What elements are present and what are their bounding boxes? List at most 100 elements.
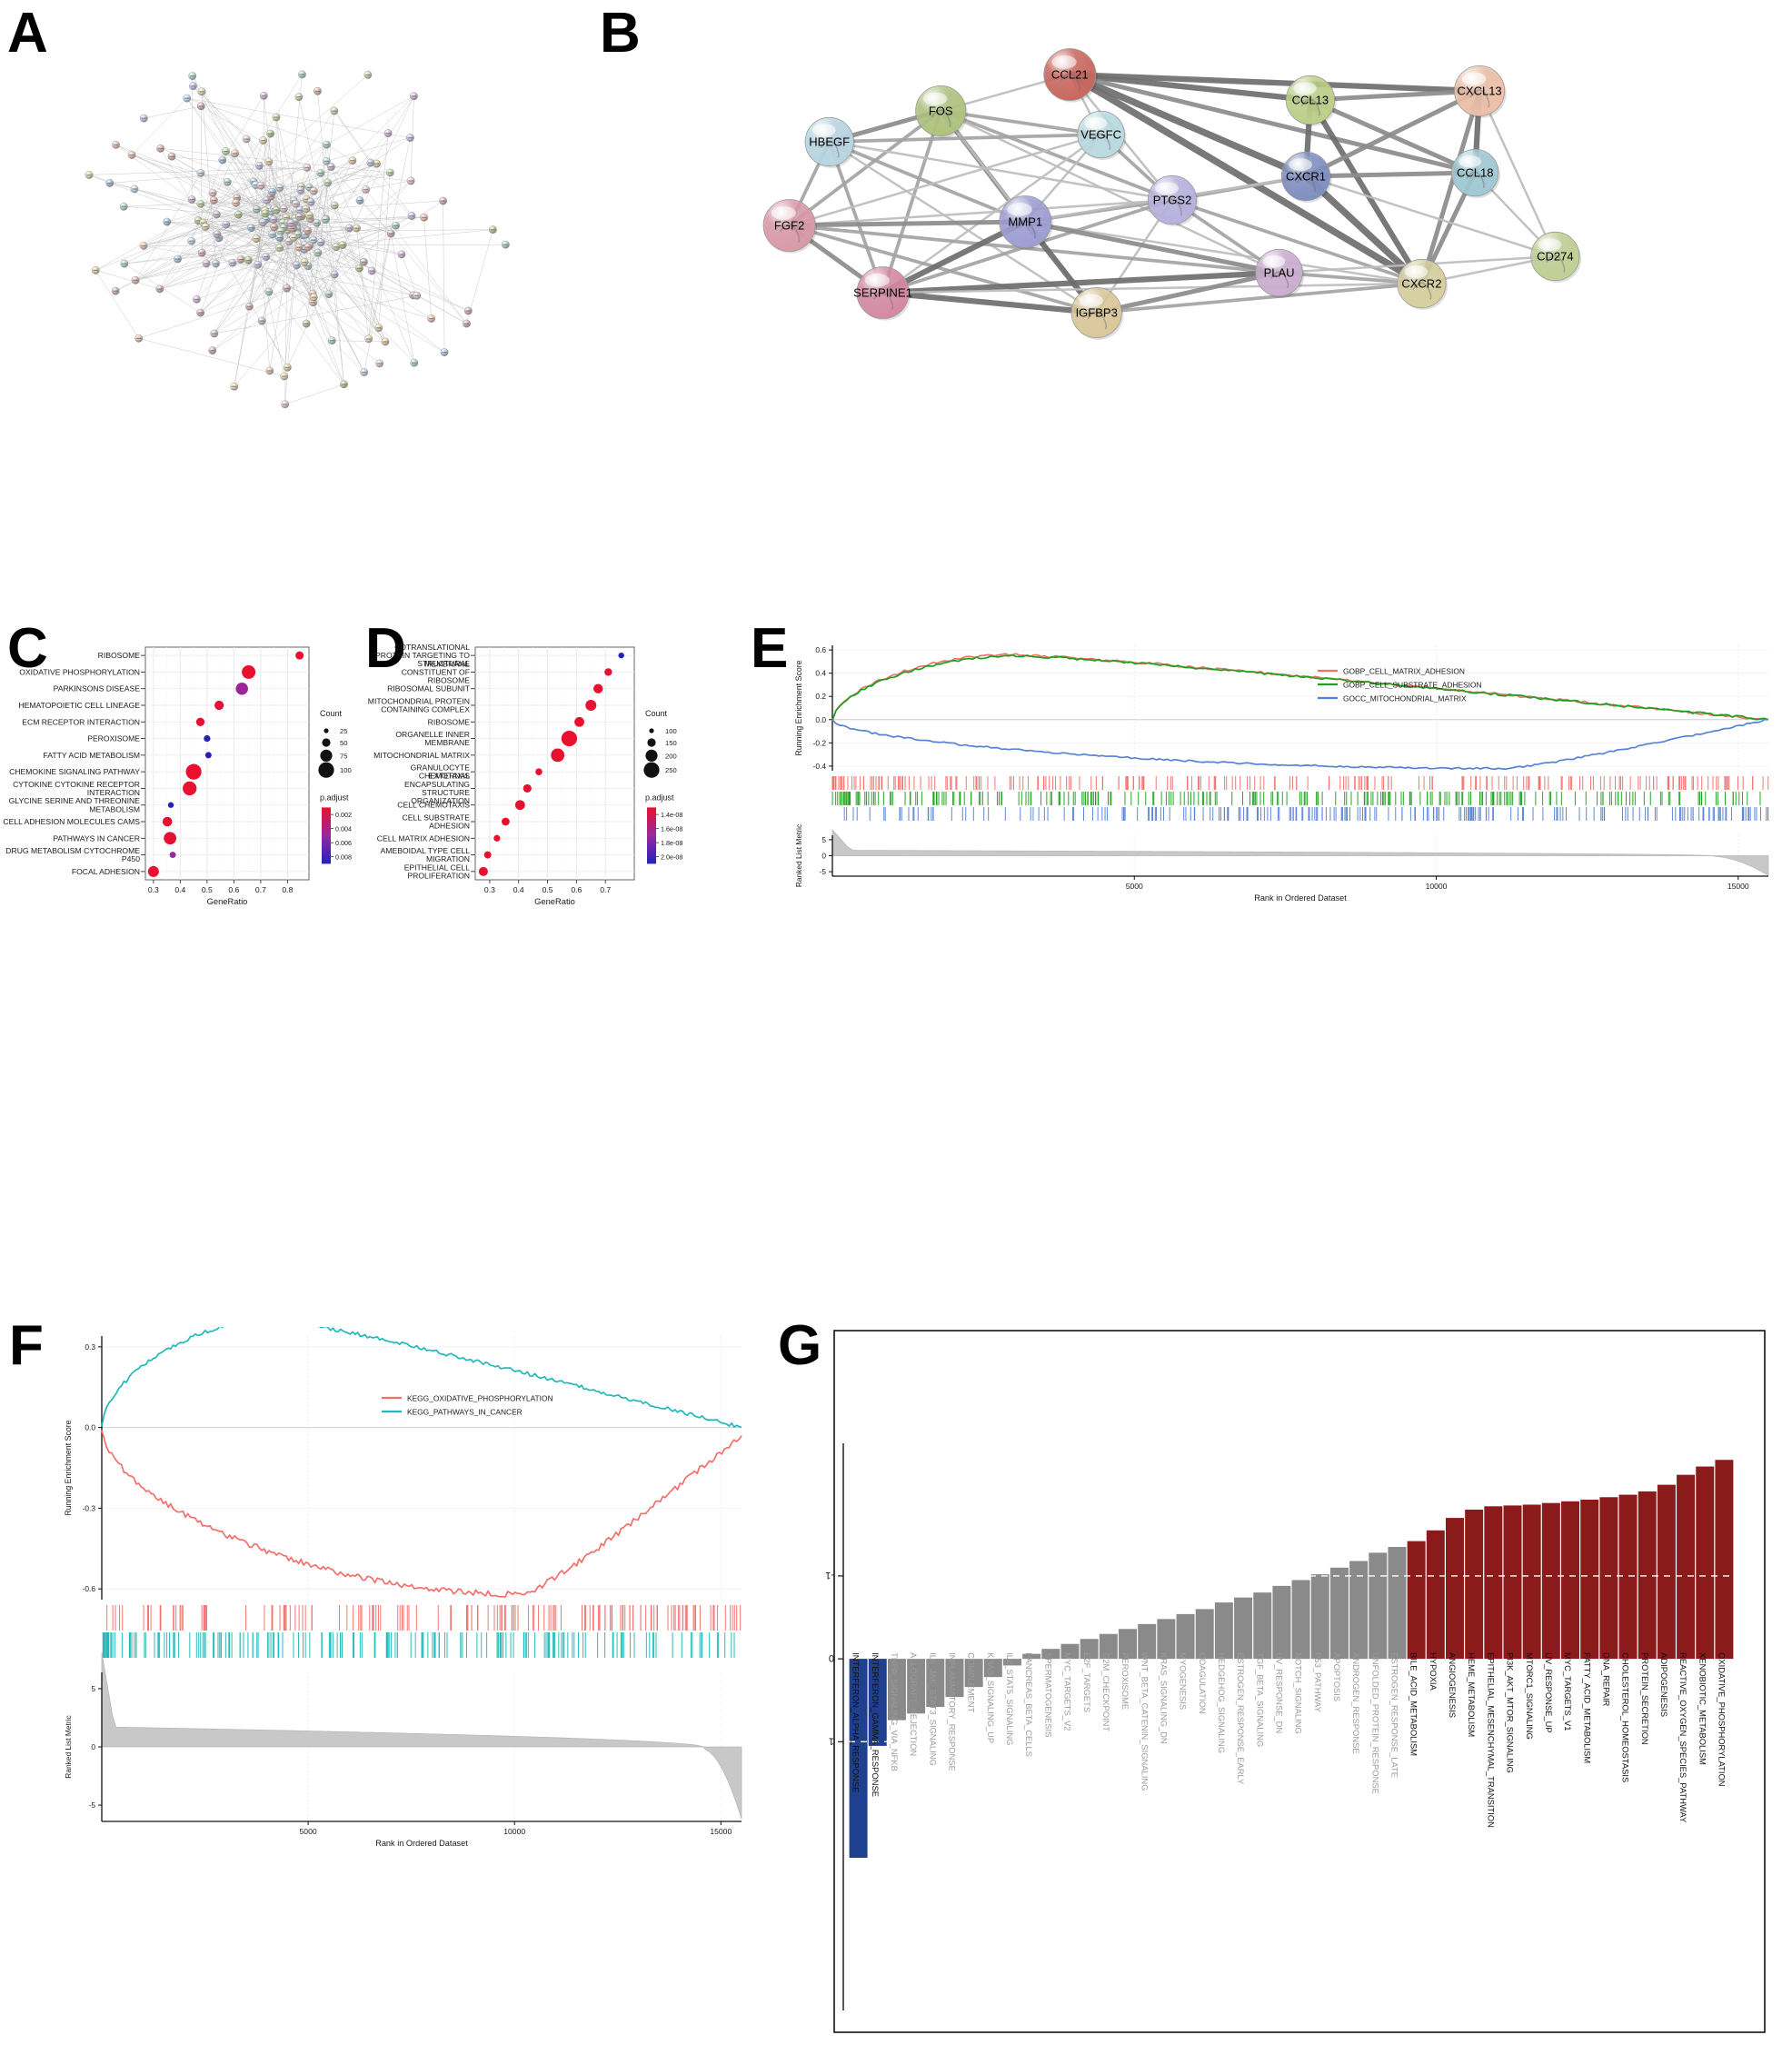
- bar-label: NOTCH_SIGNALING: [1294, 1652, 1304, 1734]
- data-point: [502, 817, 510, 826]
- category-label: RIBOSOME: [428, 717, 471, 726]
- bar-label: ANGIOGENESIS: [1448, 1652, 1458, 1718]
- data-point: [164, 832, 177, 845]
- legend-color-tick: 2.0e-08: [661, 853, 682, 861]
- bar-label: ADIPOGENESIS: [1659, 1652, 1669, 1717]
- data-point: [561, 730, 578, 747]
- protein-node-label: PLAU: [1264, 265, 1295, 279]
- category-label: CELL MATRIX ADHESION: [377, 833, 470, 843]
- bar: [1214, 1602, 1233, 1660]
- legend-size-dot: [647, 738, 656, 747]
- data-point: [195, 717, 205, 726]
- x-tick-label: 0.6: [571, 885, 582, 894]
- x-axis: 0.3 0.4 0.5 0.6 0.7 0.8 GeneRatio: [148, 880, 294, 906]
- legend-label: GOCC_MITOCHONDRIAL_MATRIX: [1343, 693, 1467, 703]
- legend-color-tick: 1.8e-08: [661, 839, 682, 847]
- gsea-curve: [831, 718, 1769, 771]
- bar-label: COMPLEMENT: [967, 1652, 977, 1712]
- x-tick-label: 0.5: [202, 885, 213, 894]
- bar-label: HEME_METABOLISM: [1467, 1652, 1477, 1737]
- x-tick-label: 0.4: [513, 885, 524, 894]
- bar-label: COAGULATION: [1198, 1652, 1208, 1714]
- x-tick-label: 0.5: [543, 885, 553, 894]
- bar: [1599, 1497, 1618, 1660]
- protein-node: CD274: [1530, 231, 1582, 283]
- x-tick-label: 0.6: [228, 885, 239, 894]
- bar-label: PI3K_AKT_MTOR_SIGNALING: [1506, 1652, 1516, 1773]
- category-label: ECM RECEPTOR INTERACTION: [22, 717, 140, 726]
- gsea-curve: [831, 653, 1769, 721]
- protein-node-label: SERPINE1: [853, 285, 912, 299]
- protein-node-label: VEGFC: [1080, 127, 1121, 141]
- category-label: OXIDATIVE PHOSPHORYLATION: [19, 667, 140, 676]
- legend-size-label: 200: [665, 752, 677, 760]
- legend: Count 25 50 75 100 p.adjust 0.002 0.004 0.006 0.0…: [318, 709, 352, 864]
- y-axis-title-bottom: Ranked List Metric: [794, 824, 803, 887]
- bar-label: MYOGENESIS: [1179, 1652, 1189, 1710]
- y-tick-label: 0.0: [85, 1423, 95, 1432]
- protein-node: PTGS2: [1147, 175, 1199, 226]
- bar-label: TGF_BETA_SIGNALING: [1255, 1652, 1265, 1747]
- x-axis-title: GeneRatio: [534, 896, 575, 906]
- x-tick-label: 0.8: [282, 885, 293, 894]
- bar: [1677, 1474, 1696, 1660]
- data-point: [183, 781, 197, 796]
- bar-label: HYPOXIA: [1429, 1652, 1439, 1691]
- bar: [1618, 1494, 1638, 1660]
- gsea-hit-ticks: [102, 1605, 742, 1658]
- panel-a-network: [18, 9, 600, 436]
- y-tick-label: 0.0: [815, 715, 826, 724]
- data-point: [204, 752, 212, 759]
- x-axis-title: Rank in Ordered Dataset: [1254, 893, 1347, 903]
- protein-node: FOS: [915, 85, 968, 138]
- x-tick-label: 15000: [1727, 882, 1749, 891]
- bar: [1291, 1580, 1310, 1660]
- category-label: HEMATOPOIETIC CELL LINEAGE: [18, 701, 140, 710]
- legend-size-dot: [318, 762, 334, 778]
- bar: [1561, 1501, 1580, 1660]
- legend-size-dot: [324, 728, 329, 733]
- x-tick-label: 0.7: [255, 885, 266, 894]
- legend-color-title: p.adjust: [645, 793, 674, 802]
- bar: [1715, 1460, 1734, 1660]
- bar-label: EPITHELIAL_MESENCHYMAL_TRANSITION: [1486, 1652, 1496, 1828]
- panel-g-barplot: -1 0 1 OXIDATIVE_PHOSPHORYLATION XENOBIOTIC_…: [818, 1330, 1766, 2033]
- bar-label: G2M_CHECKPOINT: [1101, 1652, 1111, 1731]
- gsea-legend: KEGG_OXIDATIVE_PHOSPHORYLATION KEGG_PATHW…: [382, 1393, 553, 1416]
- protein-node-label: CXCR1: [1286, 169, 1326, 183]
- x-tick-label: 10000: [503, 1827, 525, 1836]
- bar: [1465, 1509, 1484, 1660]
- data-point: [483, 851, 492, 859]
- panel-b-network-svg: CCL21 FOS CCL13 CXCL13 HBEGF VEGFC CXCR1 CCL18 P…: [762, 48, 1582, 340]
- y-tick-label: -0.3: [83, 1503, 96, 1512]
- protein-node-label: MMP1: [1008, 214, 1042, 228]
- legend-color-tick: 1.4e-08: [661, 811, 682, 819]
- bar-label: E2F_TARGETS: [1082, 1652, 1092, 1712]
- data-point: [593, 683, 603, 693]
- category-label: RIBOSOMAL SUBUNIT: [387, 684, 471, 693]
- bar: [1195, 1609, 1214, 1660]
- protein-node-label: CD274: [1537, 249, 1573, 263]
- bar: [1234, 1597, 1253, 1660]
- bar: [1310, 1574, 1329, 1660]
- legend-size-title: Count: [320, 709, 343, 718]
- y-tick-label: -0.4: [813, 762, 827, 771]
- legend-label: KEGG_PATHWAYS_IN_CANCER: [407, 1407, 523, 1416]
- legend-size-dot: [645, 749, 658, 762]
- y-tick-label: -0.6: [83, 1584, 96, 1593]
- data-point: [574, 716, 584, 727]
- data-point: [585, 700, 597, 711]
- bar: [1445, 1518, 1464, 1660]
- gsea-curves: [101, 1327, 742, 1598]
- bar: [1541, 1502, 1560, 1660]
- value-tick-label: 1: [829, 1735, 834, 1746]
- bar-label: PROTEIN_SECRETION: [1640, 1652, 1650, 1745]
- bar-label: DNA_REPAIR: [1601, 1652, 1611, 1706]
- panel-b-network: CCL21 FOS CCL13 CXCL13 HBEGF VEGFC CXCR1 CCL18 P…: [618, 9, 1781, 432]
- gsea-curves: [831, 653, 1769, 771]
- category-label: P450: [122, 854, 140, 863]
- protein-node: MMP1: [999, 195, 1053, 250]
- protein-node: PLAU: [1255, 248, 1305, 298]
- y-axis-title-bottom: Ranked List Metric: [64, 1715, 73, 1778]
- legend-label: KEGG_OXIDATIVE_PHOSPHORYLATION: [407, 1393, 553, 1402]
